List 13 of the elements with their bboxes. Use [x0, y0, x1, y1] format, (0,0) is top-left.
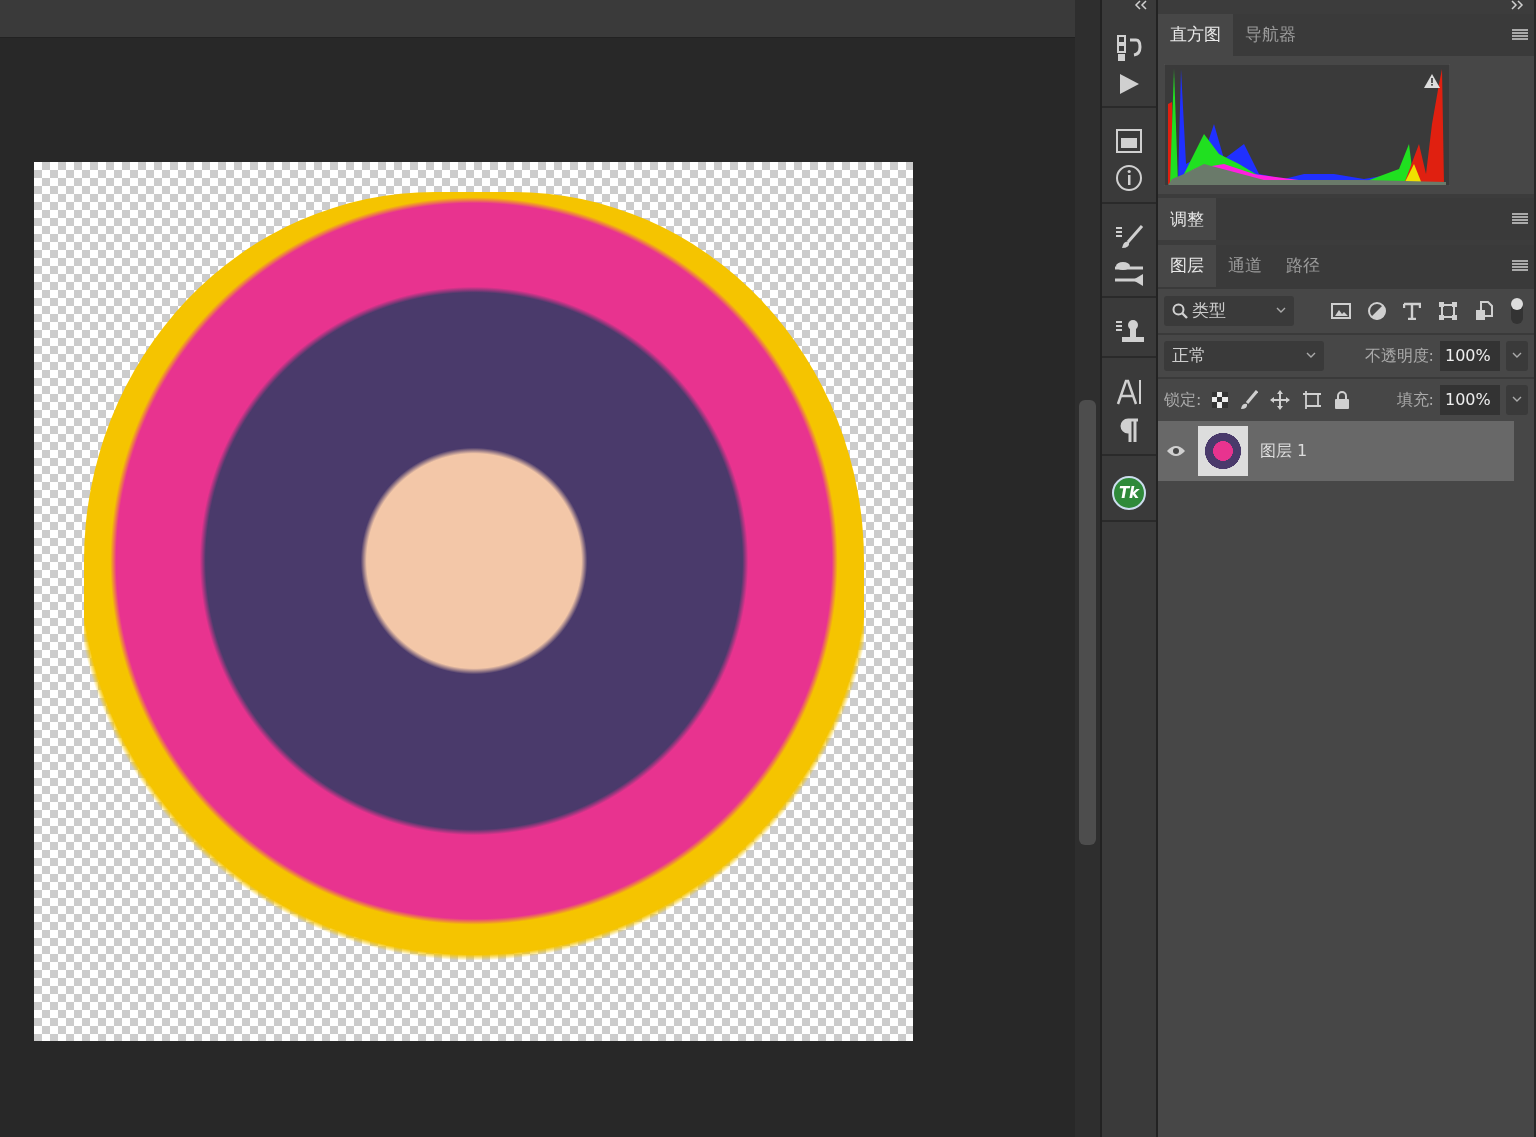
lock-label: 锁定: [1164, 388, 1202, 411]
fill-label: 填充: [1396, 388, 1434, 411]
opacity-label: 不透明度: [1364, 344, 1434, 367]
panel-tab[interactable]: 图层 [1158, 244, 1216, 287]
layer-row[interactable]: 图层 1 [1158, 420, 1514, 481]
plugin-logo[interactable]: Tk [1112, 476, 1146, 510]
panel-tab[interactable]: 直方图 [1158, 14, 1233, 56]
panel-tab[interactable]: 调整 [1158, 198, 1216, 241]
filter-dropdown[interactable]: 类型 [1164, 295, 1294, 326]
fill-field[interactable]: 100% [1440, 384, 1500, 415]
opacity-field[interactable]: 100% [1440, 340, 1500, 371]
blend-mode-dropdown[interactable]: 正常 [1164, 340, 1324, 371]
layer-name: 图层 1 [1260, 439, 1308, 462]
